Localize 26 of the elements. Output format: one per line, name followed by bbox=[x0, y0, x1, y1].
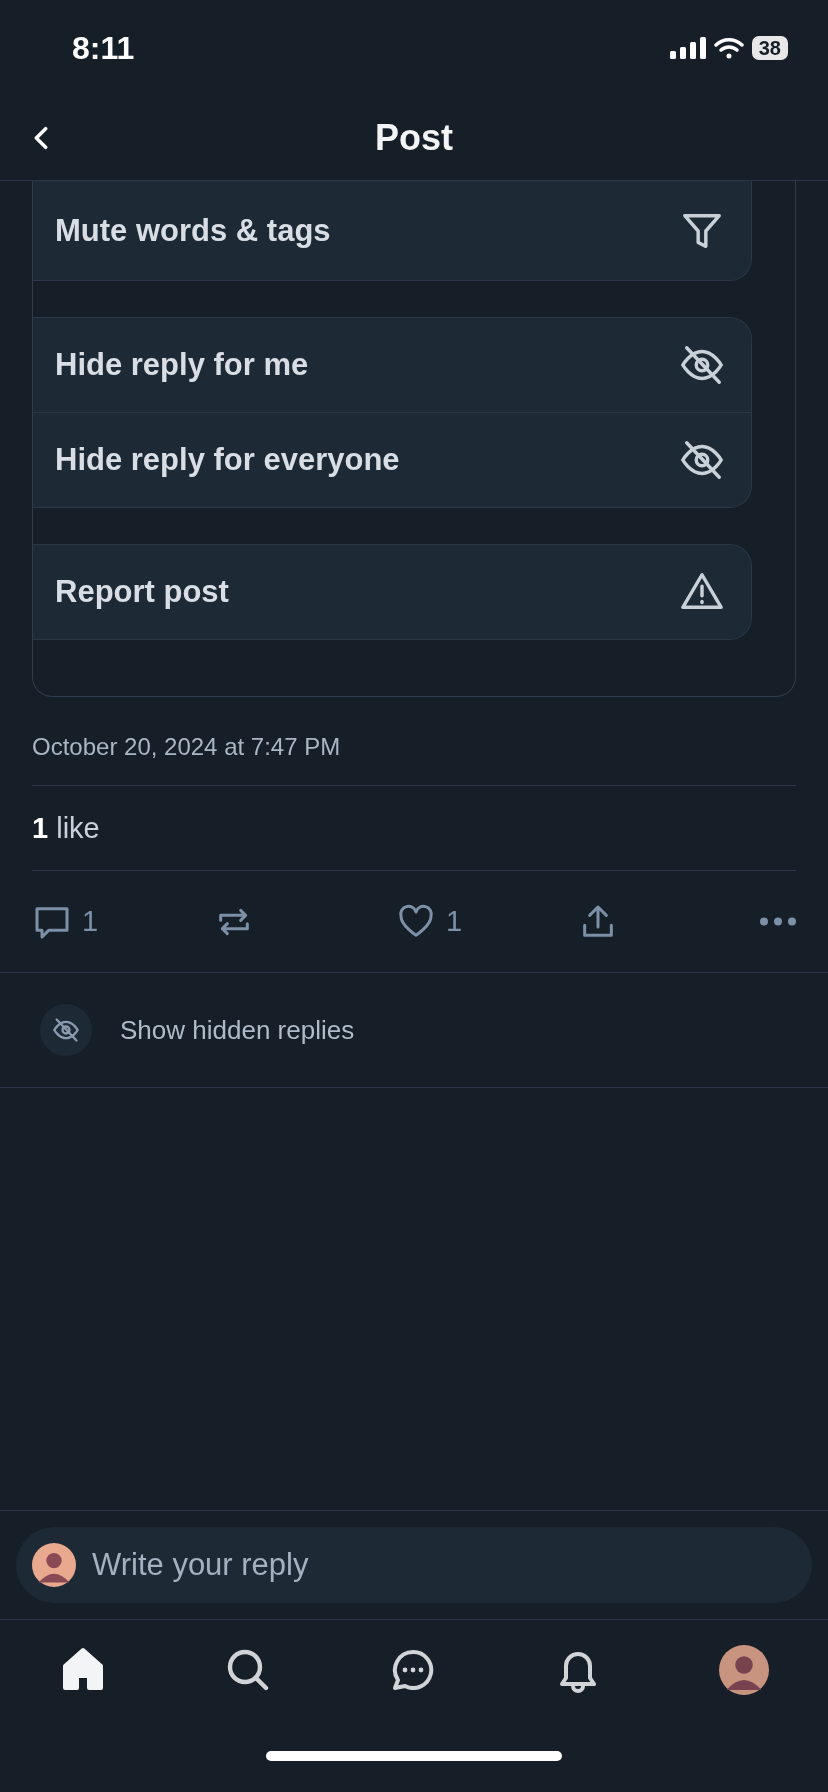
post-timestamp: October 20, 2024 at 7:47 PM bbox=[32, 732, 342, 762]
reply-field[interactable]: Write your reply bbox=[90, 1546, 796, 1584]
wifi-icon bbox=[713, 37, 744, 59]
menu-item[interactable]: Hide reply for me bbox=[33, 318, 751, 412]
eye-off-icon bbox=[40, 1004, 92, 1056]
chevron-left-icon bbox=[34, 126, 48, 150]
show-hidden-replies-button[interactable]: Show hidden replies bbox=[0, 973, 828, 1087]
reply-button[interactable]: 1 bbox=[32, 901, 152, 942]
more-button[interactable] bbox=[760, 917, 796, 926]
menu-item[interactable]: Report post bbox=[33, 545, 751, 639]
menu-item-label: Mute words & tags bbox=[55, 212, 331, 249]
avatar bbox=[719, 1645, 770, 1695]
status-time: 8:11 bbox=[72, 29, 135, 67]
menu-item-label: Hide reply for me bbox=[55, 347, 309, 383]
menu-item[interactable]: Mute words & tags bbox=[33, 181, 751, 280]
page-title: Post bbox=[375, 117, 453, 159]
signal-icon bbox=[669, 37, 706, 59]
menu-item[interactable]: Hide reply for everyone bbox=[33, 412, 751, 507]
menu-item-label: Hide reply for everyone bbox=[55, 442, 400, 478]
battery-indicator: 38 bbox=[751, 36, 788, 60]
like-count[interactable]: 1 like bbox=[32, 811, 100, 845]
avatar bbox=[32, 1543, 76, 1587]
menu-item-label: Report post bbox=[55, 574, 229, 610]
reply-field[interactable]: Write your reply bbox=[16, 1527, 812, 1603]
like-button[interactable]: 1 bbox=[396, 901, 516, 942]
more-icon bbox=[760, 917, 796, 926]
